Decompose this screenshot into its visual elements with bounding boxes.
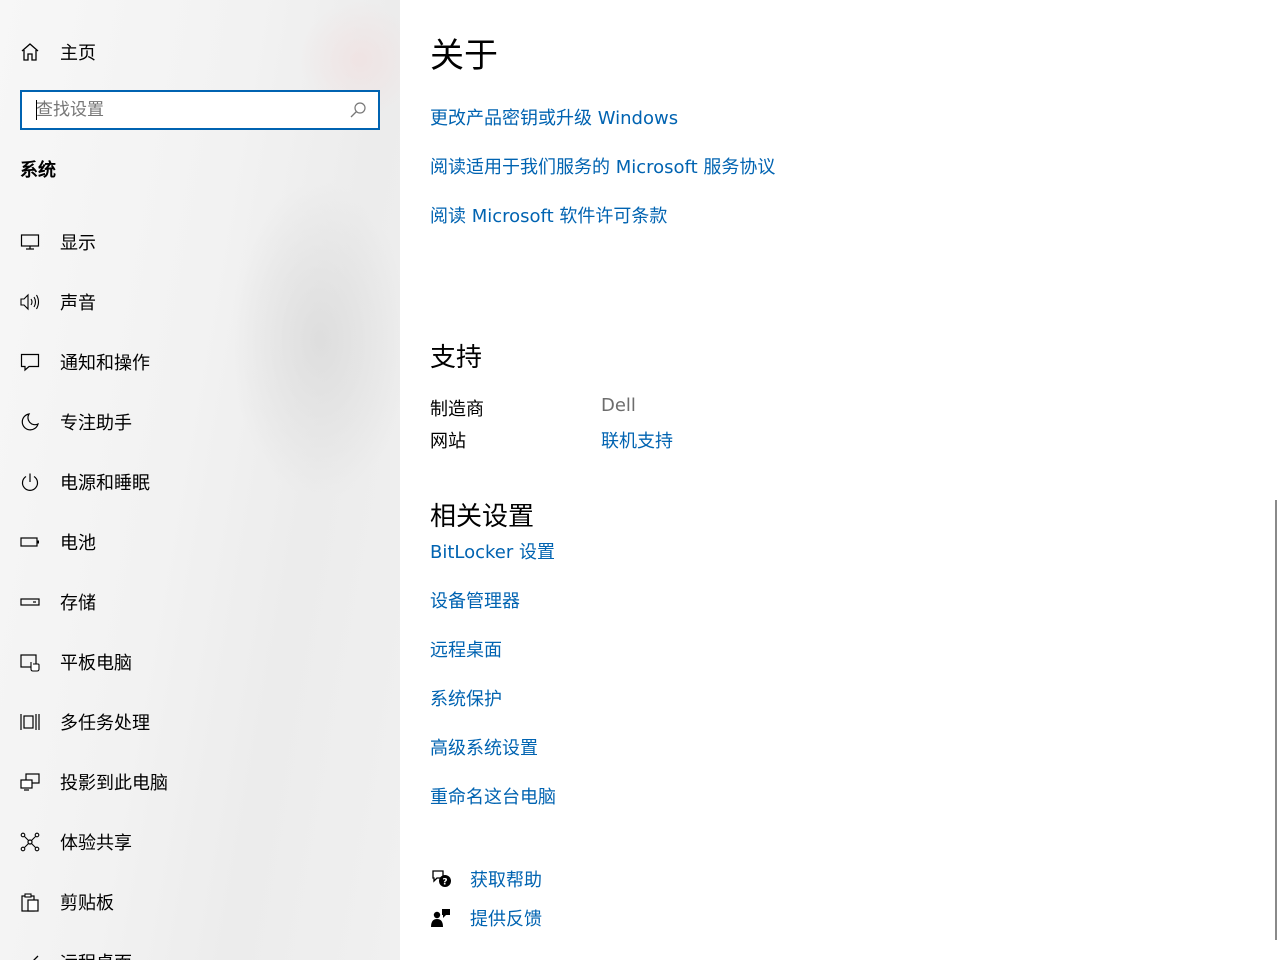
vertical-scrollbar[interactable] xyxy=(1275,500,1277,940)
sidebar-item-multitasking[interactable]: 多任务处理 xyxy=(0,692,400,752)
home-icon xyxy=(20,42,40,62)
sidebar-item-label: 远程桌面 xyxy=(60,949,132,960)
change-product-key-link[interactable]: 更改产品密钥或升级 Windows xyxy=(430,104,678,130)
home-nav-item[interactable]: 主页 xyxy=(20,36,96,68)
monitor-icon xyxy=(20,232,40,252)
sidebar-item-label: 电池 xyxy=(60,533,96,554)
get-help-link[interactable]: 获取帮助 xyxy=(470,866,542,892)
speaker-icon xyxy=(20,292,40,312)
sidebar-item-label: 体验共享 xyxy=(60,833,132,854)
sidebar-item-label: 平板电脑 xyxy=(60,653,132,674)
svg-text:?: ? xyxy=(442,878,447,888)
sidebar-item-label: 专注助手 xyxy=(60,413,132,434)
notification-icon xyxy=(20,352,40,372)
device-manager-link[interactable]: 设备管理器 xyxy=(430,587,520,613)
sidebar-item-remote-desktop[interactable]: 远程桌面 xyxy=(0,932,400,960)
sidebar-item-label: 声音 xyxy=(60,293,96,314)
sidebar-item-label: 电源和睡眠 xyxy=(60,473,150,494)
manufacturer-value: Dell xyxy=(601,395,636,416)
project-icon xyxy=(20,772,40,792)
sidebar-item-label: 显示 xyxy=(60,233,96,254)
clipboard-icon xyxy=(20,892,40,912)
section-title: 系统 xyxy=(20,160,56,181)
about-title: 关于 xyxy=(430,36,498,76)
remote-desktop-icon xyxy=(20,952,40,960)
sidebar-item-notifications[interactable]: 通知和操作 xyxy=(0,332,400,392)
text-caret xyxy=(36,100,37,120)
sidebar-item-clipboard[interactable]: 剪贴板 xyxy=(0,872,400,932)
feedback-row[interactable]: 提供反馈 xyxy=(430,904,542,932)
sidebar-item-label: 多任务处理 xyxy=(60,713,150,734)
sidebar-item-focus-assist[interactable]: 专注助手 xyxy=(0,392,400,452)
sidebar: 主页 系统 显示 声音 通知和操作 xyxy=(0,0,400,960)
online-support-link[interactable]: 联机支持 xyxy=(601,427,673,453)
support-title: 支持 xyxy=(430,343,483,373)
manufacturer-label: 制造商 xyxy=(430,399,484,420)
home-label: 主页 xyxy=(60,43,96,64)
sidebar-item-project[interactable]: 投影到此电脑 xyxy=(0,752,400,812)
tablet-icon xyxy=(20,652,40,672)
search-box[interactable] xyxy=(20,90,380,130)
battery-icon xyxy=(20,532,40,552)
main-content: 关于 更改产品密钥或升级 Windows 阅读适用于我们服务的 Microsof… xyxy=(400,0,1279,960)
sidebar-item-label: 通知和操作 xyxy=(60,353,150,374)
power-icon xyxy=(20,472,40,492)
search-icon[interactable] xyxy=(348,100,368,120)
search-input[interactable] xyxy=(22,92,342,128)
share-icon xyxy=(20,832,40,852)
sidebar-nav: 显示 声音 通知和操作 专注助手 电源和睡眠 电池 存储 平板电脑 多任务处理 … xyxy=(0,212,400,960)
sidebar-item-storage[interactable]: 存储 xyxy=(0,572,400,632)
remote-desktop-link[interactable]: 远程桌面 xyxy=(430,636,502,662)
related-settings-title: 相关设置 xyxy=(430,502,535,532)
system-protection-link[interactable]: 系统保护 xyxy=(430,685,502,711)
sidebar-item-label: 存储 xyxy=(60,593,96,614)
rename-pc-link[interactable]: 重命名这台电脑 xyxy=(430,783,556,809)
sidebar-item-sound[interactable]: 声音 xyxy=(0,272,400,332)
sidebar-item-shared-experiences[interactable]: 体验共享 xyxy=(0,812,400,872)
sidebar-item-label: 投影到此电脑 xyxy=(60,773,168,794)
sidebar-item-power[interactable]: 电源和睡眠 xyxy=(0,452,400,512)
sidebar-item-battery[interactable]: 电池 xyxy=(0,512,400,572)
advanced-system-settings-link[interactable]: 高级系统设置 xyxy=(430,734,538,760)
sidebar-item-tablet[interactable]: 平板电脑 xyxy=(0,632,400,692)
website-label: 网站 xyxy=(430,431,466,452)
give-feedback-link[interactable]: 提供反馈 xyxy=(470,905,542,931)
storage-icon xyxy=(20,592,40,612)
sidebar-item-display[interactable]: 显示 xyxy=(0,212,400,272)
help-chat-icon: ? xyxy=(430,868,452,890)
bitlocker-settings-link[interactable]: BitLocker 设置 xyxy=(430,538,555,564)
moon-icon xyxy=(20,412,40,432)
feedback-icon xyxy=(430,907,452,929)
services-agreement-link[interactable]: 阅读适用于我们服务的 Microsoft 服务协议 xyxy=(430,153,775,179)
sidebar-item-label: 剪贴板 xyxy=(60,893,114,914)
get-help-row[interactable]: ? 获取帮助 xyxy=(430,865,542,893)
multitask-icon xyxy=(20,712,40,732)
license-terms-link[interactable]: 阅读 Microsoft 软件许可条款 xyxy=(430,202,667,228)
